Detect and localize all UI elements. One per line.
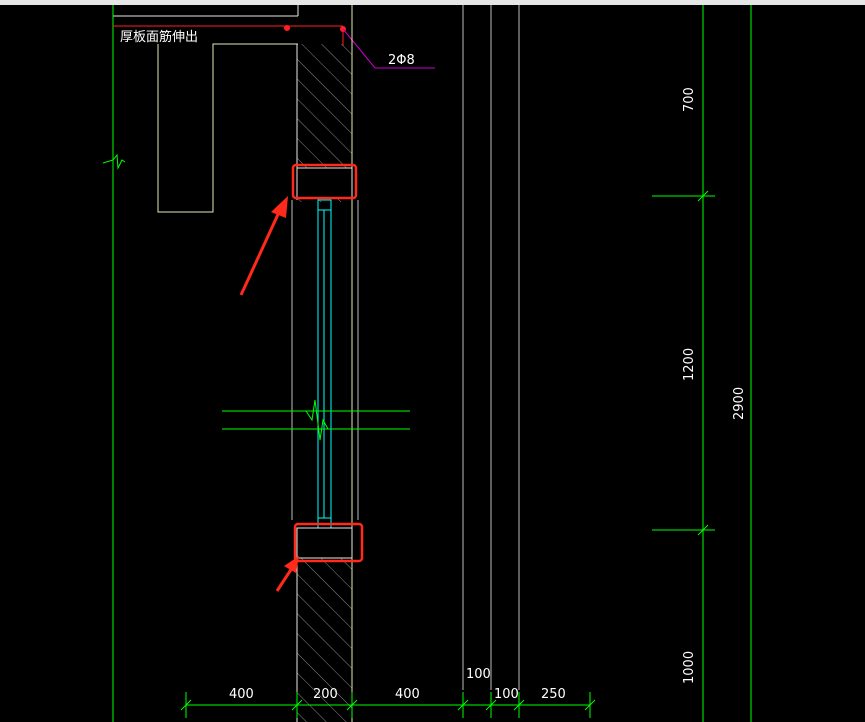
dim-h-100: 100 <box>494 687 519 702</box>
cad-drawing-canvas[interactable]: 厚板面筋伸出 2Φ8 700 1200 2900 1000 400 200 40… <box>0 0 865 722</box>
dim-h-400-right: 400 <box>395 687 420 702</box>
dim-h-100-upper: 100 <box>466 667 491 682</box>
mid-break-zigzag <box>305 399 329 441</box>
sill-beam <box>296 527 353 559</box>
dim-h-400-left: 400 <box>229 687 254 702</box>
rebar-dot-1 <box>284 25 290 31</box>
dim-v-2900: 2900 <box>732 387 747 420</box>
dim-v-1000: 1000 <box>682 651 697 684</box>
arrow-annotation-icon <box>239 196 288 296</box>
break-line-icon <box>102 153 126 170</box>
lintel-beam <box>296 167 353 199</box>
arrow-annotation-icon-2 <box>275 556 299 592</box>
rebar-callout-text: 2Φ8 <box>388 53 415 68</box>
dim-v-1200: 1200 <box>682 348 697 381</box>
dim-v-700: 700 <box>682 87 697 112</box>
dim-h-200: 200 <box>313 687 338 702</box>
slab-outline <box>157 43 298 213</box>
top-note-text: 厚板面筋伸出 <box>120 29 198 45</box>
dim-h-250: 250 <box>541 687 566 702</box>
